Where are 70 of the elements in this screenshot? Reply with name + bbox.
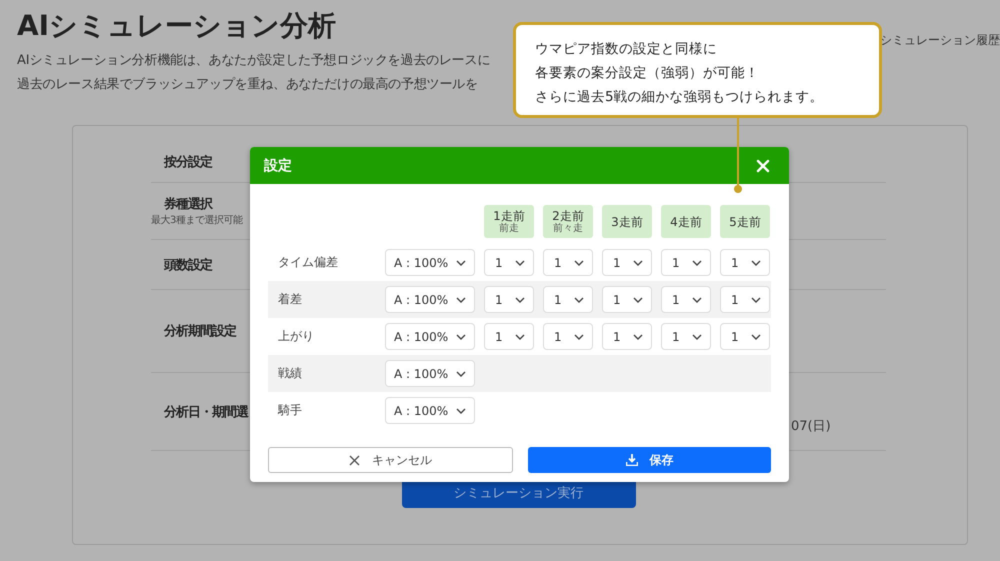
- strength-select[interactable]: 1: [720, 286, 770, 313]
- date-value: 07(日): [791, 418, 831, 435]
- strength-select[interactable]: 1: [661, 323, 711, 350]
- chevron-down-icon: [574, 334, 584, 340]
- column-header: 5走前: [720, 205, 770, 238]
- chevron-down-icon: [633, 260, 643, 266]
- strength-select[interactable]: 1: [661, 249, 711, 276]
- column-header: 2走前 前々走: [543, 205, 593, 238]
- chevron-down-icon: [574, 260, 584, 266]
- strength-select[interactable]: 1: [543, 323, 593, 350]
- weight-select[interactable]: A : 100%: [385, 360, 475, 387]
- form-label: 頭数設定: [164, 256, 212, 274]
- column-header: 4走前: [661, 205, 711, 238]
- save-button[interactable]: 保存: [528, 447, 771, 473]
- strength-select[interactable]: 1: [720, 323, 770, 350]
- close-icon[interactable]: [756, 158, 770, 172]
- chevron-down-icon: [633, 334, 643, 340]
- chevron-down-icon: [456, 260, 466, 266]
- chevron-down-icon: [515, 334, 525, 340]
- form-label: 分析期間設定: [164, 322, 236, 340]
- history-link[interactable]: シミュレーション履歴: [880, 32, 1000, 49]
- chevron-down-icon: [515, 260, 525, 266]
- chevron-down-icon: [574, 296, 584, 302]
- chevron-down-icon: [456, 408, 466, 414]
- form-label: 按分設定: [164, 154, 212, 171]
- cancel-button[interactable]: キャンセル: [268, 447, 513, 473]
- weight-select[interactable]: A : 100%: [385, 249, 475, 276]
- strength-select[interactable]: 1: [484, 286, 534, 313]
- chevron-down-icon: [692, 260, 702, 266]
- strength-select[interactable]: 1: [484, 249, 534, 276]
- factor-label: 上がり: [277, 328, 315, 345]
- factor-label: タイム偏差: [277, 254, 339, 271]
- factor-label: 着差: [277, 291, 303, 308]
- weight-select[interactable]: A : 100%: [385, 397, 475, 424]
- chevron-down-icon: [456, 334, 466, 340]
- column-header: 1走前 前走: [484, 205, 534, 238]
- callout-text: 各要素の案分設定（強弱）が可能！: [535, 64, 759, 83]
- factor-label: 戦績: [277, 365, 303, 382]
- strength-select[interactable]: 1: [543, 249, 593, 276]
- form-note: 最大3種まで選択可能: [151, 214, 242, 227]
- chevron-down-icon: [751, 260, 761, 266]
- page-title: AIシミュレーション分析: [17, 8, 336, 44]
- description-line: 過去のレース結果でブラッシュアップを重ね、あなただけの最高の予想ツールを: [17, 76, 478, 94]
- weight-select[interactable]: A : 100%: [385, 286, 475, 313]
- strength-select[interactable]: 1: [661, 286, 711, 313]
- weight-select[interactable]: A : 100%: [385, 323, 475, 350]
- callout-text: ウマピア指数の設定と同様に: [535, 40, 717, 59]
- form-label: 分析日・期間選: [164, 404, 248, 420]
- strength-select[interactable]: 1: [543, 286, 593, 313]
- chevron-down-icon: [515, 296, 525, 302]
- callout-text: さらに過去5戦の細かな強弱もつけられます。: [535, 88, 824, 107]
- chevron-down-icon: [456, 370, 466, 376]
- strength-select[interactable]: 1: [720, 249, 770, 276]
- factor-label: 騎手: [276, 402, 303, 419]
- chevron-down-icon: [456, 296, 466, 302]
- close-icon: [349, 454, 360, 466]
- download-icon: [626, 454, 638, 466]
- chevron-down-icon: [692, 334, 702, 340]
- description-line: AIシミュレーション分析機能は、あなたが設定した予想ロジックを過去のレースに: [17, 52, 490, 70]
- chevron-down-icon: [692, 296, 702, 302]
- strength-select[interactable]: 1: [602, 323, 652, 350]
- column-header: 3走前: [602, 205, 652, 238]
- chevron-down-icon: [633, 296, 643, 302]
- strength-select[interactable]: 1: [602, 249, 652, 276]
- strength-select[interactable]: 1: [484, 323, 534, 350]
- form-label: 券種選択: [162, 196, 214, 213]
- dialog-title: 設定: [264, 156, 292, 174]
- strength-select[interactable]: 1: [602, 286, 652, 313]
- chevron-down-icon: [751, 334, 761, 340]
- chevron-down-icon: [751, 296, 761, 302]
